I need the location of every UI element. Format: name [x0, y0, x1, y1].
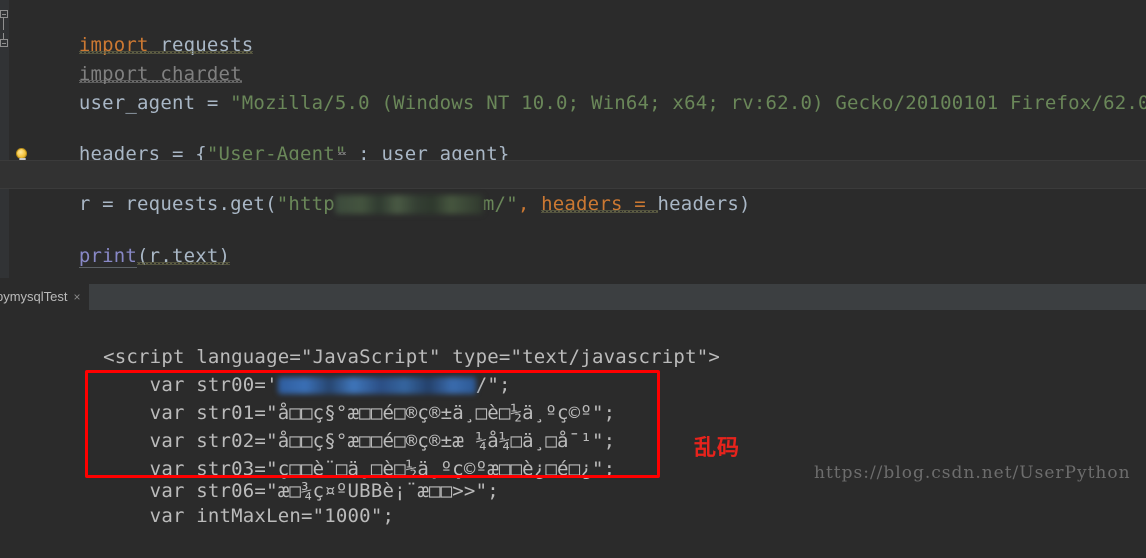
console-output-clipped-row: <meta http-equiv="Content-Type" content=… [0, 299, 1146, 315]
code-line-2[interactable]: import chardet [0, 31, 1146, 85]
console-line-1: <script language="JavaScript" type="text… [0, 315, 1146, 368]
code-line-3[interactable]: user_agent = "Mozilla/5.0 (Windows NT 10… [0, 60, 1146, 114]
code-line-8[interactable]: print(r.text) [0, 213, 1146, 268]
blog-watermark: https://blog.csdn.net/UserPython [814, 463, 1131, 483]
code-line-1[interactable]: import requests [0, 2, 1146, 56]
token-print-function: print [78, 245, 138, 268]
ide-window: import requests import chardet user_agen… [0, 0, 1146, 527]
console-line-7-text: var intMaxLen="1000"; [56, 505, 395, 527]
token-print-args: (r.text) [137, 245, 231, 267]
code-editor-pane[interactable]: import requests import chardet user_agen… [0, 0, 1146, 278]
console-line-0: <meta http-equiv="Content-Type" content=… [0, 299, 1146, 315]
console-line-3: var str01="å□□ç§°æ□□é□®ç®±ä¸□è□½ä¸ºç©º"; [0, 371, 1146, 424]
console-line-2: var str00='/"; [0, 343, 1146, 396]
code-line-5[interactable]: headers = {"User-Agent" : user_agent} [0, 111, 1146, 165]
console-line-4: var str02="å□□ç§°æ□□é□®ç®±æ ¼å¼□ä¸□å¯¹"; [0, 399, 1146, 452]
annotation-label-luanma: 乱码 [694, 436, 741, 461]
code-line-6-current[interactable]: r = requests.get("http m/", headers = hea… [0, 160, 1146, 215]
